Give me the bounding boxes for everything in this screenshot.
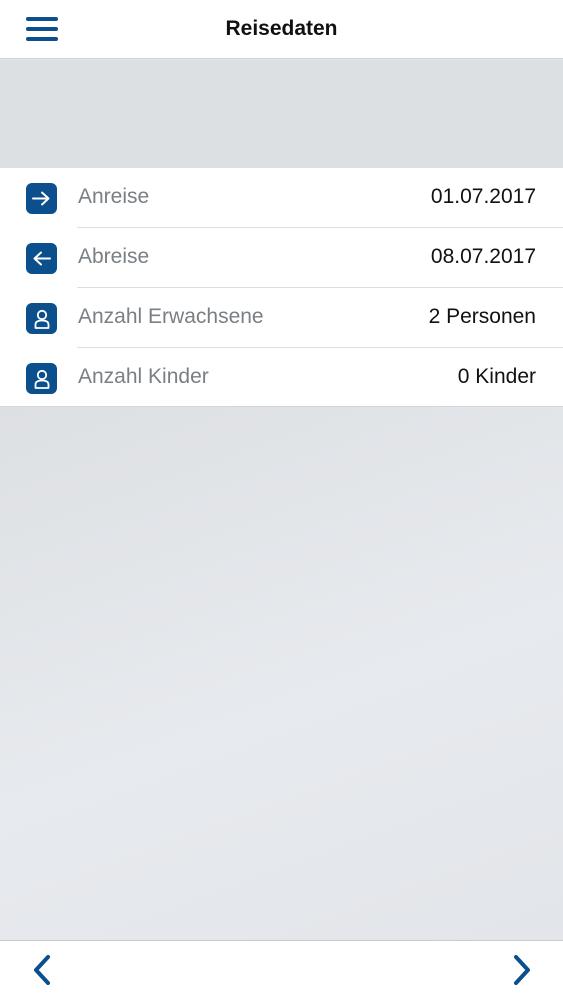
chevron-right-icon[interactable] [506, 953, 536, 987]
travel-data-list: Anreise 01.07.2017 Abreise 08.07.2017 An… [0, 168, 563, 407]
row-departure[interactable]: Abreise 08.07.2017 [0, 228, 563, 288]
arrow-left-icon [26, 243, 57, 274]
row-adults[interactable]: Anzahl Erwachsene 2 Personen [0, 288, 563, 348]
content-background [0, 407, 563, 940]
person-icon [26, 303, 57, 334]
departure-label: Abreise [78, 245, 150, 268]
row-children[interactable]: Anzahl Kinder 0 Kinder [0, 348, 563, 408]
header-spacer [0, 60, 563, 168]
row-arrival[interactable]: Anreise 01.07.2017 [0, 168, 563, 228]
arrival-label: Anreise [78, 185, 150, 208]
children-label: Anzahl Kinder [78, 365, 209, 388]
adults-value: 2 Personen [428, 305, 536, 328]
person-icon [26, 363, 57, 394]
arrival-value: 01.07.2017 [430, 185, 536, 208]
arrow-right-icon [26, 183, 57, 214]
children-value: 0 Kinder [457, 365, 536, 388]
adults-label: Anzahl Erwachsene [78, 305, 264, 328]
top-navigation-bar: Reisedaten [0, 0, 563, 59]
bottom-toolbar [0, 940, 563, 1000]
departure-value: 08.07.2017 [430, 245, 536, 268]
chevron-left-icon[interactable] [28, 953, 58, 987]
page-title: Reisedaten [225, 17, 338, 40]
